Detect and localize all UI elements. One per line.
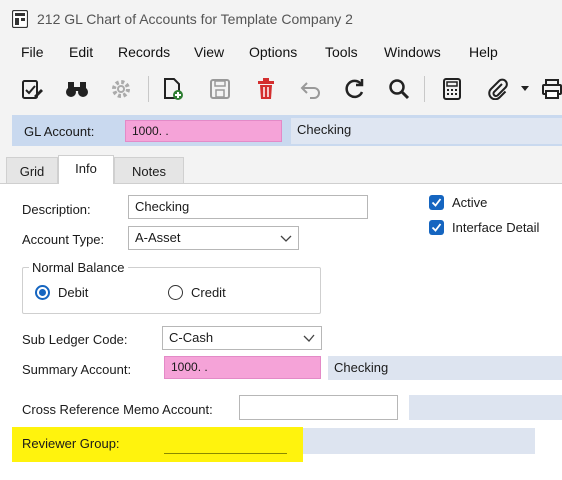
undo-icon[interactable] — [299, 77, 323, 101]
menu-view[interactable]: View — [194, 44, 224, 60]
menu-windows[interactable]: Windows — [384, 44, 441, 60]
chevron-down-icon — [280, 235, 292, 242]
edit-check-icon[interactable] — [20, 77, 44, 101]
menu-edit[interactable]: Edit — [69, 44, 93, 60]
new-document-icon[interactable] — [161, 77, 185, 101]
dropdown-arrow-icon[interactable] — [518, 77, 532, 101]
tab-notes[interactable]: Notes — [114, 157, 184, 183]
description-label: Description: — [22, 202, 91, 217]
gl-account-input[interactable]: 1000. . — [125, 120, 282, 142]
sub-ledger-value: C-Cash — [169, 330, 214, 345]
credit-radio[interactable] — [168, 285, 183, 300]
print-icon[interactable] — [540, 77, 562, 101]
app-icon — [12, 10, 28, 28]
toolbar-separator — [424, 76, 425, 102]
account-type-label: Account Type: — [22, 232, 105, 247]
tab-grid[interactable]: Grid — [6, 157, 58, 183]
tab-info[interactable]: Info — [58, 155, 114, 184]
tab-strip: Grid Info Notes — [0, 155, 562, 184]
reviewer-group-label: Reviewer Group: — [22, 436, 120, 451]
binoculars-icon[interactable] — [65, 77, 89, 101]
debit-label: Debit — [58, 285, 89, 300]
save-icon[interactable] — [208, 77, 232, 101]
menu-file[interactable]: File — [21, 44, 44, 60]
interface-detail-checkbox[interactable] — [429, 220, 444, 235]
menu-help[interactable]: Help — [469, 44, 498, 60]
gl-account-label: GL Account: — [24, 124, 95, 139]
active-label: Active — [452, 195, 488, 210]
summary-account-description: Checking — [328, 356, 562, 380]
cross-ref-description — [409, 395, 562, 420]
description-input[interactable]: Checking — [128, 195, 368, 219]
attachment-icon[interactable] — [486, 77, 510, 101]
search-icon[interactable] — [387, 77, 411, 101]
summary-account-input[interactable]: 1000. . — [164, 356, 321, 379]
toolbar — [0, 68, 562, 110]
toolbar-separator — [148, 76, 149, 102]
sub-ledger-select[interactable]: C-Cash — [162, 326, 322, 350]
sub-ledger-label: Sub Ledger Code: — [22, 332, 128, 347]
credit-label: Credit — [191, 285, 226, 300]
gear-icon[interactable] — [109, 77, 133, 101]
summary-account-label: Summary Account: — [22, 362, 132, 377]
normal-balance-label: Normal Balance — [29, 260, 128, 275]
refresh-icon[interactable] — [342, 77, 366, 101]
menu-tools[interactable]: Tools — [325, 44, 358, 60]
calculator-icon[interactable] — [440, 77, 464, 101]
cross-ref-input[interactable] — [239, 395, 398, 420]
reviewer-group-description — [303, 428, 535, 454]
interface-detail-label: Interface Detail — [452, 220, 540, 235]
account-type-value: A-Asset — [135, 230, 181, 245]
menu-records[interactable]: Records — [118, 44, 170, 60]
menu-bar: File Edit Records View Options Tools Win… — [0, 38, 562, 68]
delete-icon[interactable] — [254, 77, 278, 101]
chevron-down-icon — [303, 334, 315, 342]
active-checkbox[interactable] — [429, 195, 444, 210]
debit-radio[interactable] — [35, 285, 50, 300]
gl-account-description: Checking — [291, 118, 562, 144]
reviewer-group-input[interactable] — [164, 430, 287, 454]
menu-options[interactable]: Options — [249, 44, 297, 60]
title-bar: 212 GL Chart of Accounts for Template Co… — [0, 0, 562, 38]
cross-ref-label: Cross Reference Memo Account: — [22, 402, 213, 417]
window-title: 212 GL Chart of Accounts for Template Co… — [37, 11, 353, 27]
account-type-select[interactable]: A-Asset — [128, 226, 299, 250]
